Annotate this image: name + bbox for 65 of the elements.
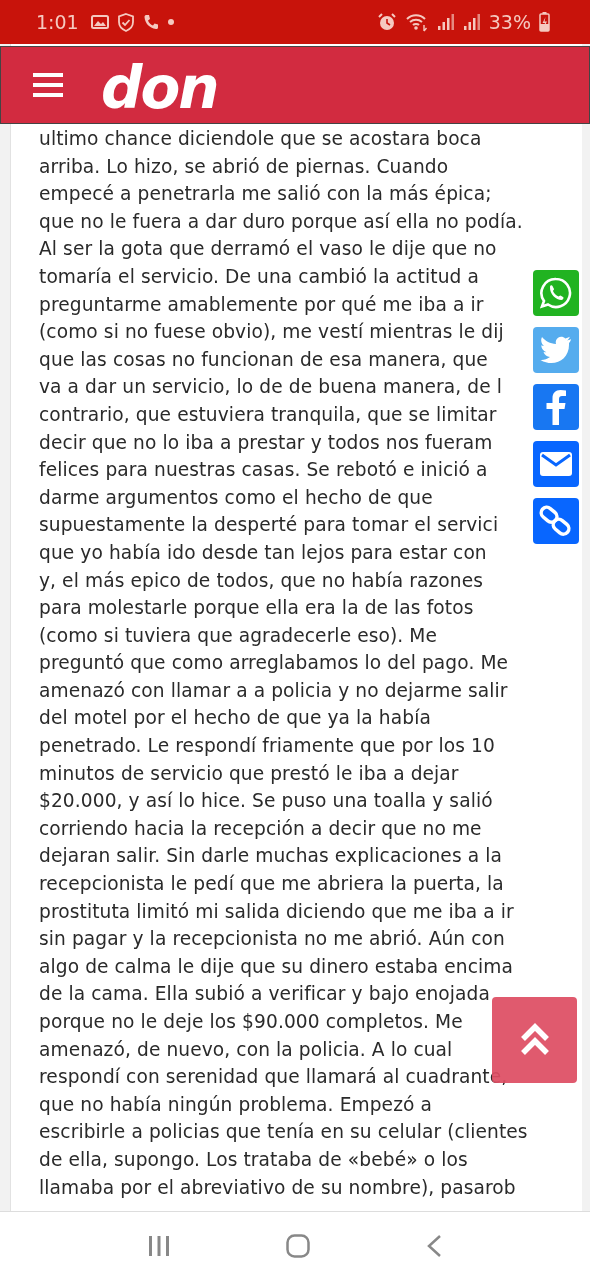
article-text-line: supuestamente la desperté para tomar el servici xyxy=(39,513,499,538)
dot-icon xyxy=(166,18,175,26)
article-text-line: (como si no fuese obvio), me vestí mientras le dij xyxy=(39,320,504,345)
back-icon[interactable] xyxy=(426,1234,442,1258)
recent-apps-icon[interactable] xyxy=(148,1235,170,1257)
wifi-icon xyxy=(404,12,429,32)
article-text-line: corriendo hacia la recepción a decir que no me xyxy=(39,816,482,841)
letter-f-icon xyxy=(545,389,567,425)
battery-charging-icon xyxy=(539,12,550,32)
article-text-line: prostituta limitó mi salida diciendo que me iba a ir xyxy=(39,899,514,924)
article-text-line: del motel por el hecho de que ya la había xyxy=(39,706,431,731)
article-text-line: que no había ningún problema. Empezó a xyxy=(39,1092,432,1117)
article-text-line: va a dar un servicio, lo de de buena manera, de l xyxy=(39,375,503,400)
article-text-line: sin pagar y la recepcionista no me abrió. Aún con xyxy=(39,927,505,952)
phone-icon xyxy=(142,14,159,30)
article-text-line: Al ser la gota que derramó el vaso le dije que no xyxy=(39,237,497,262)
article-text-line: penetrado. Le respondí friamente que por los 10 xyxy=(39,734,495,759)
signal-icon xyxy=(436,13,455,31)
shield-icon xyxy=(116,12,135,32)
article-text-line: y, el más epico de todos, que no había razones xyxy=(39,568,483,593)
article-text-line: que las cosas no funcionan de esa manera, que xyxy=(39,347,488,372)
menu-icon[interactable] xyxy=(33,73,63,97)
bird-icon xyxy=(539,335,573,365)
article-text-line: que no le fuera a dar duro porque así ella no podía. xyxy=(39,209,523,234)
facebook-share-button[interactable] xyxy=(533,384,579,430)
article-text-line: para molestarle porque ella era la de las fotos xyxy=(39,596,474,621)
whatsapp-icon xyxy=(539,276,573,310)
signal-icon xyxy=(462,13,481,31)
article-text-line: llamaba por el abreviativo de su nombre), pasarob xyxy=(39,1175,516,1200)
article-text-line: de la cama. Ella subió a verificar y bajo enojada xyxy=(39,982,490,1007)
article-text-line: contrario, que estuviera tranquila, que se limitar xyxy=(39,402,497,427)
article-text-line: dejaran salir. Sin darle muchas explicaciones a la xyxy=(39,844,502,869)
battery-percent: 33% xyxy=(488,11,531,33)
twitter-share-button[interactable] xyxy=(533,327,579,373)
envelope-icon xyxy=(539,451,573,477)
article-text-line: arriba. Lo hizo, se abrió de piernas. Cuando xyxy=(39,154,449,179)
copy-link-button[interactable] xyxy=(533,498,579,544)
article-text-line: escribirle a policias que tenía en su celular (clientes xyxy=(39,1120,528,1145)
article-text-line: (como si tuviera que agradecerle eso). Me xyxy=(39,623,438,648)
home-icon[interactable] xyxy=(286,1234,310,1258)
article-text-line: porque no le deje los $90.000 completos. Me xyxy=(39,1010,463,1034)
link-icon xyxy=(539,504,573,538)
article-text-line: preguntarme amablemente por qué me iba a ir xyxy=(39,292,484,317)
article-text-line: amenazó con llamar a a policia y no dejarme salir xyxy=(39,678,508,703)
article-text-line: felices para nuestras casas. Se rebotó e inició a xyxy=(39,458,488,483)
article-text-line: darme argumentos como el hecho de que xyxy=(39,485,433,510)
double-chevron-up-icon xyxy=(519,1023,550,1057)
status-time: 1:01 xyxy=(36,11,79,33)
site-logo[interactable]: don xyxy=(101,58,218,118)
article-text-line: preguntó que como arreglabamos lo del pago. Me xyxy=(39,651,509,676)
article-text-line: empecé a penetrarla me salió con la más épica; xyxy=(39,182,492,207)
alarm-icon xyxy=(376,12,397,32)
article-text-line: minutos de servicio que prestó le iba a dejar xyxy=(39,761,459,786)
image-icon xyxy=(90,14,109,30)
article-text-line: recepcionista le pedí que me abriera la puerta, la xyxy=(39,872,504,897)
article-text-line: que yo había ido desde tan lejos para estar con xyxy=(39,540,487,565)
article-text-line: decir que no lo iba a prestar y todos nos fueram xyxy=(39,430,493,455)
email-share-button[interactable] xyxy=(533,441,579,487)
article-text-line: de ella, supongo. Los trataba de «bebé» o los xyxy=(39,1147,468,1172)
whatsapp-share-button[interactable] xyxy=(533,270,579,316)
article-text-line: amenazó, de nuevo, con la policia. A lo cual xyxy=(39,1037,453,1062)
article-text-line: algo de calma le dije que su dinero estaba encima xyxy=(39,954,513,979)
article-text-line: $20.000, y así lo hice. Se puso una toalla y salió xyxy=(39,789,493,814)
article-text-line: ultimo chance diciendole que se acostara boca xyxy=(39,127,482,151)
article-text-line: tomaría el servicio. De una cambió la actitud a xyxy=(39,264,479,289)
